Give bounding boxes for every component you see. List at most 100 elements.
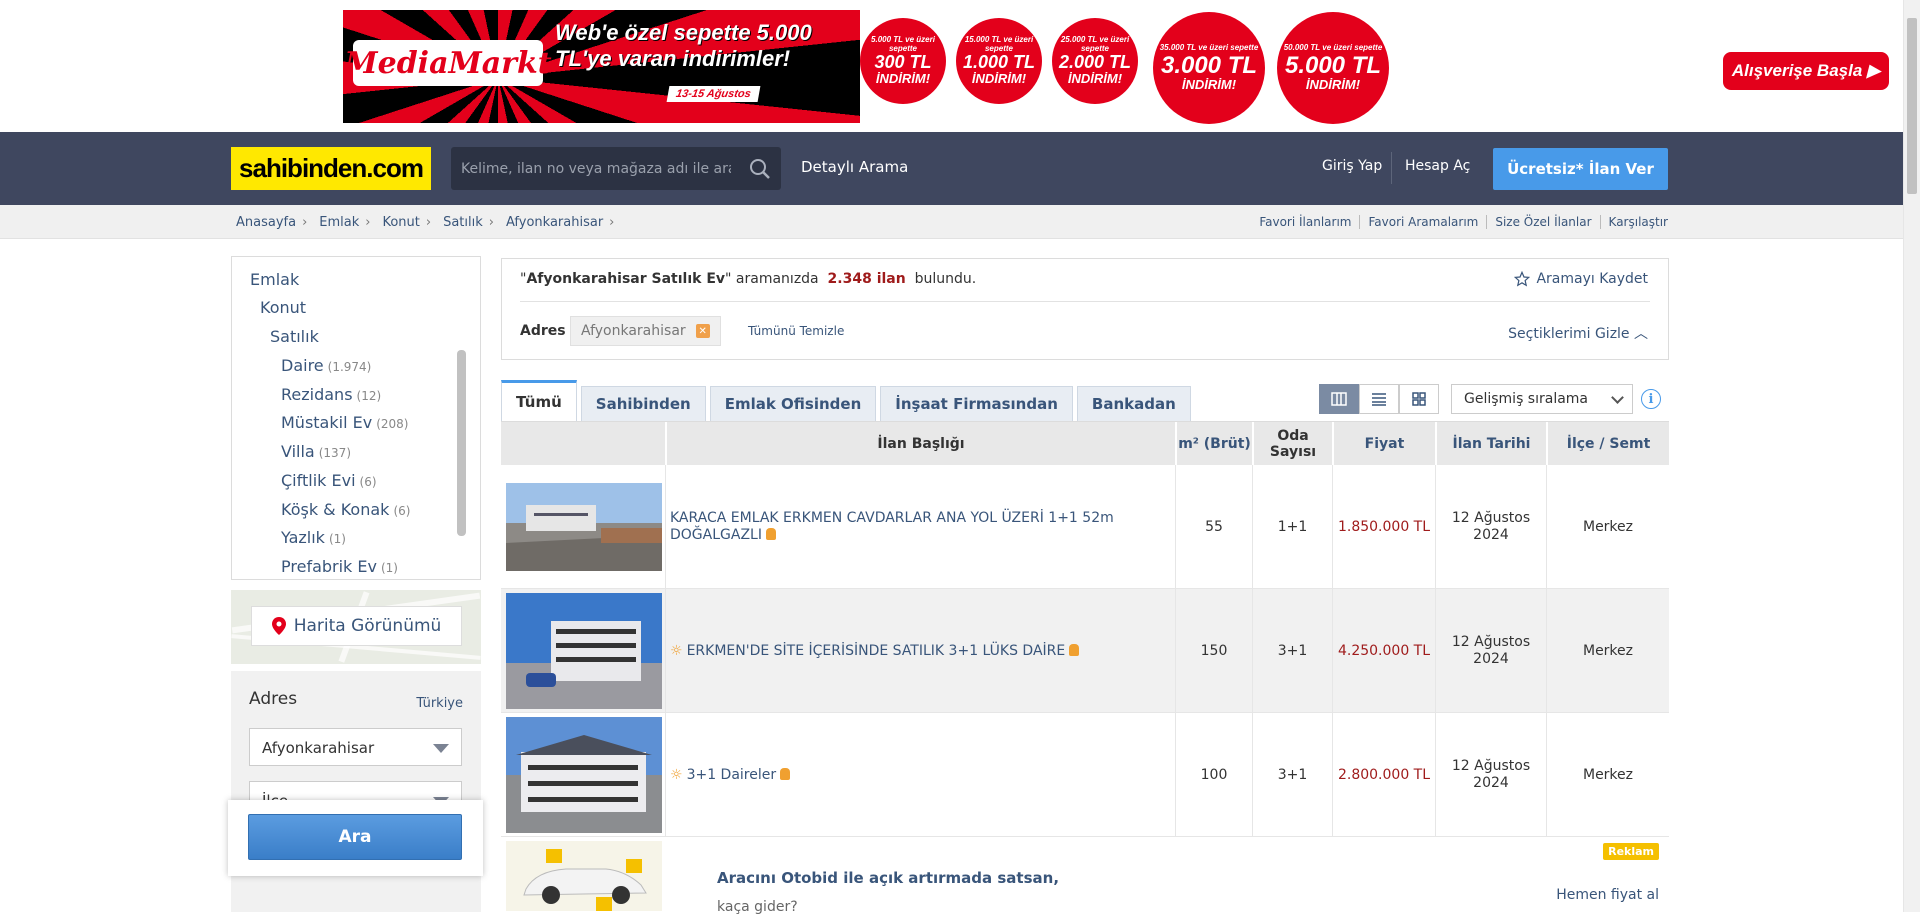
- map-preview[interactable]: Harita Görünümü: [231, 590, 481, 664]
- bulb-icon: [765, 528, 776, 540]
- country-link[interactable]: Türkiye: [416, 696, 463, 711]
- table-row[interactable]: ☼ ERKMEN'DE SİTE İÇERİSİNDE SATILIK 3+1 L…: [501, 589, 1669, 713]
- listing-m2: 55: [1175, 465, 1252, 589]
- banner-left: MediaMarkt Web'e özel sepette 5.000 TL'y…: [343, 10, 860, 123]
- listings-table: İlan Başlığı m² (Brüt) Oda Sayısı Fiyat …: [501, 421, 1669, 915]
- listing-photo: [506, 483, 662, 571]
- column-header-district[interactable]: İlçe / Semt: [1546, 422, 1669, 466]
- view-mode-toggle: [1319, 384, 1439, 414]
- category-item[interactable]: Prefabrik Ev (1): [281, 557, 398, 576]
- post-ad-button[interactable]: Ücretsiz* İlan Ver: [1493, 148, 1668, 190]
- listing-thumbnail[interactable]: [506, 483, 662, 571]
- result-count-text: "Afyonkarahisar Satılık Ev" aramanızda 2…: [520, 271, 977, 287]
- table-row[interactable]: ☼ 3+1 Daireler 100 3+1 2.800.000 TL 12 Ağ…: [501, 713, 1669, 837]
- breadcrumb-item[interactable]: Konut: [382, 215, 419, 230]
- category-item[interactable]: Köşk & Konak (6): [281, 500, 410, 519]
- category-item[interactable]: Rezidans (12): [281, 385, 381, 404]
- column-header-price[interactable]: Fiyat: [1332, 422, 1435, 466]
- grid-view-button[interactable]: [1399, 384, 1439, 414]
- province-value: Afyonkarahisar: [262, 739, 375, 757]
- favorite-listings-link[interactable]: Favori İlanlarım: [1251, 215, 1359, 229]
- sponsored-thumbnail[interactable]: [506, 841, 662, 911]
- tab-agency[interactable]: Emlak Ofisinden: [709, 386, 877, 421]
- listing-m2: 100: [1175, 713, 1252, 837]
- featured-sun-icon: ☼: [670, 766, 683, 783]
- login-link[interactable]: Giriş Yap: [1322, 158, 1382, 174]
- banner-cta-button[interactable]: Alışverişe Başla ▶: [1723, 52, 1889, 90]
- sponsored-cta-link[interactable]: Hemen fiyat al: [1556, 887, 1659, 903]
- listing-thumbnail[interactable]: [506, 717, 662, 833]
- breadcrumb-item[interactable]: Satılık: [443, 215, 483, 230]
- category-item[interactable]: Çiftlik Evi (6): [281, 471, 377, 490]
- register-link[interactable]: Hesap Aç: [1405, 158, 1470, 174]
- column-header-date[interactable]: İlan Tarihi: [1435, 422, 1546, 466]
- tab-bank[interactable]: Bankadan: [1076, 386, 1191, 421]
- submit-search-button[interactable]: Ara: [248, 814, 462, 860]
- listing-title[interactable]: ☼ ERKMEN'DE SİTE İÇERİSİNDE SATILIK 3+1 L…: [665, 589, 1175, 713]
- breadcrumb-item[interactable]: Afyonkarahisar: [506, 215, 603, 230]
- list-view-button[interactable]: [1359, 384, 1399, 414]
- category-item[interactable]: Konut: [260, 298, 306, 317]
- scrollbar-thumb[interactable]: [1907, 18, 1917, 194]
- category-item[interactable]: Villa (137): [281, 442, 351, 461]
- province-select[interactable]: Afyonkarahisar: [249, 728, 462, 766]
- active-filter-chip[interactable]: Afyonkarahisar ✕: [570, 316, 721, 346]
- info-icon[interactable]: i: [1641, 389, 1661, 409]
- listing-date: 12 Ağustos 2024: [1435, 713, 1546, 837]
- discount-badge: 15.000 TL ve üzeri sepette 1.000 TL İNDİ…: [956, 18, 1042, 104]
- compare-link[interactable]: Karşılaştır: [1599, 215, 1668, 229]
- discount-badge: 35.000 TL ve üzeri sepette 3.000 TL İNDİ…: [1153, 12, 1265, 124]
- active-filter-label: Adres: [520, 323, 566, 339]
- breadcrumb: Anasayfa › Emlak › Konut › Satılık › Afyonka…: [236, 215, 620, 230]
- breadcrumb-item[interactable]: Anasayfa: [236, 215, 296, 230]
- sort-value: Gelişmiş sıralama: [1464, 391, 1589, 407]
- listing-photo: [506, 717, 662, 833]
- table-view-button[interactable]: [1319, 384, 1359, 414]
- banner-dates: 13-15 Ağustos: [666, 86, 761, 102]
- listing-rooms: 1+1: [1252, 465, 1332, 589]
- search-button-panel: Ara: [228, 800, 483, 876]
- site-logo[interactable]: sahibinden.com: [231, 147, 431, 190]
- category-item[interactable]: Emlak: [250, 270, 299, 289]
- map-view-label: Harita Görünümü: [293, 616, 442, 636]
- sponsored-row[interactable]: Aracını Otobid ile açık artırmada satsan…: [501, 837, 1669, 915]
- tab-construction[interactable]: İnşaat Firmasından: [880, 386, 1073, 421]
- page-scrollbar[interactable]: [1903, 0, 1920, 912]
- sort-select[interactable]: Gelişmiş sıralama: [1451, 384, 1633, 414]
- discount-badge: 50.000 TL ve üzeri sepette 5.000 TL İNDİ…: [1277, 12, 1389, 124]
- detailed-search-link[interactable]: Detaylı Arama: [801, 158, 908, 176]
- tab-all[interactable]: Tümü: [501, 380, 577, 421]
- category-scrollbar[interactable]: [457, 350, 466, 536]
- ad-banner[interactable]: MediaMarkt Web'e özel sepette 5.000 TL'y…: [343, 10, 1889, 124]
- discount-badge: 25.000 TL ve üzeri sepette 2.000 TL İNDİ…: [1052, 18, 1138, 104]
- category-item[interactable]: Satılık: [270, 327, 319, 346]
- listing-thumbnail[interactable]: [506, 593, 662, 709]
- chevron-right-icon: ›: [488, 215, 494, 230]
- breadcrumb-item[interactable]: Emlak: [319, 215, 359, 230]
- divider: [520, 301, 1650, 302]
- hide-selected-link[interactable]: Seçtiklerimi Gizle ︿: [1508, 323, 1648, 343]
- category-item[interactable]: Daire (1.974): [281, 356, 371, 375]
- search-input[interactable]: [461, 147, 731, 190]
- table-header: İlan Başlığı m² (Brüt) Oda Sayısı Fiyat …: [501, 421, 1669, 466]
- listing-title[interactable]: ☼ 3+1 Daireler: [665, 713, 1175, 837]
- header-divider: [1391, 152, 1392, 184]
- save-search-button[interactable]: Aramayı Kaydet: [1514, 271, 1648, 287]
- listing-date: 12 Ağustos 2024: [1435, 465, 1546, 589]
- sponsored-title[interactable]: Aracını Otobid ile açık artırmada satsan…: [717, 869, 1059, 887]
- personalized-listings-link[interactable]: Size Özel İlanlar: [1486, 215, 1599, 229]
- close-icon[interactable]: ✕: [695, 324, 710, 338]
- clear-all-filters-link[interactable]: Tümünü Temizle: [748, 324, 844, 338]
- tab-owner[interactable]: Sahibinden: [580, 386, 706, 421]
- bulb-icon: [780, 767, 791, 780]
- table-row[interactable]: KARACA EMLAK ERKMEN CAVDARLAR ANA YOL ÜZ…: [501, 465, 1669, 589]
- listing-title[interactable]: KARACA EMLAK ERKMEN CAVDARLAR ANA YOL ÜZ…: [665, 465, 1175, 589]
- category-item[interactable]: Müstakil Ev (208): [281, 413, 408, 432]
- chevron-right-icon: ›: [425, 215, 432, 230]
- search-icon[interactable]: [749, 158, 771, 180]
- favorite-searches-link[interactable]: Favori Aramalarım: [1359, 215, 1486, 229]
- bulb-icon: [1069, 643, 1080, 656]
- category-item[interactable]: Yazlık (1): [281, 528, 346, 547]
- column-header-m2[interactable]: m² (Brüt): [1175, 422, 1252, 466]
- map-view-button[interactable]: Harita Görünümü: [251, 606, 462, 646]
